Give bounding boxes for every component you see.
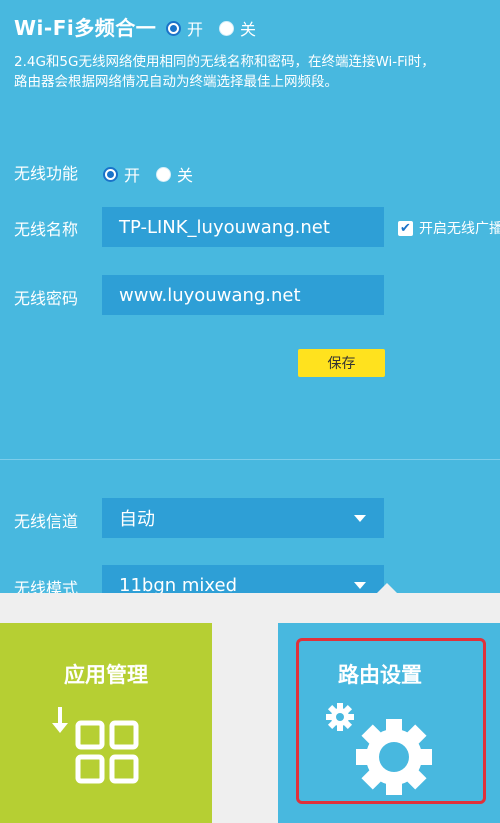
section-divider xyxy=(0,459,500,460)
save-button[interactable]: 保存 xyxy=(298,349,385,377)
wifi-multiband-description: 2.4G和5G无线网络使用相同的无线名称和密码，在终端连接Wi-Fi时， 路由器… xyxy=(14,52,494,92)
broadcast-label: 开启无线广播 xyxy=(419,221,500,237)
wireless-function-on-option[interactable]: 开 xyxy=(103,162,140,186)
panel-pointer-arrow xyxy=(376,583,398,594)
checkmark-icon[interactable]: ✔ xyxy=(398,220,413,236)
wifi-multiband-on-label: 开 xyxy=(187,20,204,39)
wifi-multiband-radio-group: 开 关 xyxy=(166,16,272,40)
password-input[interactable]: www.luyouwang.net xyxy=(102,275,384,315)
wifi-multiband-on-option[interactable]: 开 xyxy=(166,16,203,40)
wifi-multiband-off-label: 关 xyxy=(240,20,257,39)
channel-label: 无线信道 xyxy=(14,512,79,531)
channel-select[interactable]: 自动 xyxy=(102,498,384,538)
wifi-multiband-title: Wi-Fi多频合一 xyxy=(14,16,157,40)
wireless-function-label: 无线功能 xyxy=(14,164,79,183)
radio-unchecked-icon[interactable] xyxy=(219,20,235,36)
wifi-multiband-off-option[interactable]: 关 xyxy=(219,16,256,40)
wireless-function-off-option[interactable]: 关 xyxy=(156,162,193,186)
description-line-1: 2.4G和5G无线网络使用相同的无线名称和密码，在终端连接Wi-Fi时， xyxy=(14,54,435,70)
mode-label: 无线模式 xyxy=(14,579,79,593)
app-management-tile[interactable]: 应用管理 xyxy=(0,623,212,823)
ssid-label: 无线名称 xyxy=(14,220,79,239)
description-line-2: 路由器会根据网络情况自动为终端选择最佳上网频段。 xyxy=(14,74,338,90)
radio-checked-icon[interactable] xyxy=(166,20,181,36)
radio-unchecked-icon[interactable] xyxy=(156,166,172,182)
radio-checked-icon[interactable] xyxy=(103,166,118,182)
ssid-input[interactable]: TP-LINK_luyouwang.net xyxy=(102,207,384,247)
mode-select[interactable]: 11bgn mixed xyxy=(102,565,384,593)
wireless-function-radio-group: 开 关 xyxy=(103,162,209,186)
caret-down-icon xyxy=(354,514,366,522)
password-label: 无线密码 xyxy=(14,289,79,308)
router-settings-highlight xyxy=(296,638,486,804)
mode-value: 11bgn mixed xyxy=(119,574,238,594)
app-management-title: 应用管理 xyxy=(64,663,148,687)
wireless-function-on-label: 开 xyxy=(124,166,141,185)
download-grid-icon xyxy=(52,707,139,784)
wireless-settings-panel: Wi-Fi多频合一 开 关 2.4G和5G无线网络使用相同的无线名称和密码，在终… xyxy=(0,0,500,593)
channel-value: 自动 xyxy=(119,509,155,530)
wireless-function-off-label: 关 xyxy=(177,166,194,185)
caret-down-icon xyxy=(354,581,366,589)
broadcast-checkbox-option[interactable]: ✔ 开启无线广播 xyxy=(398,218,500,238)
